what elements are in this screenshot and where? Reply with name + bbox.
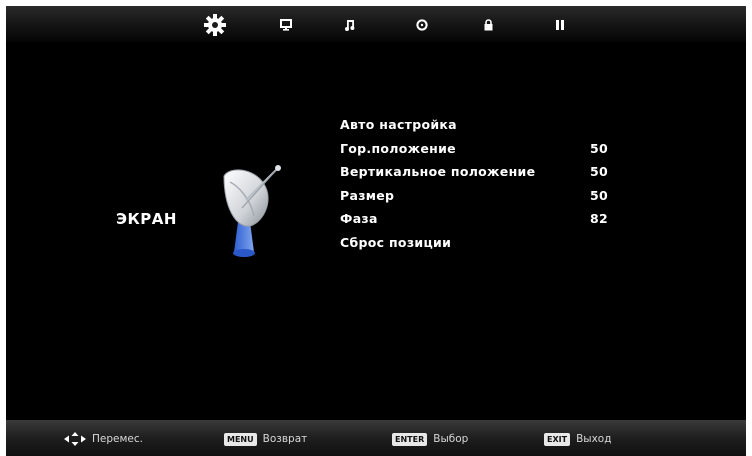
hint-enter-label: Выбор (433, 433, 469, 445)
hint-move-label: Перемес. (92, 433, 143, 445)
menu-item-value: 50 (590, 140, 608, 156)
hint-exit-label: Выход (576, 433, 612, 445)
enter-key[interactable]: ENTER (392, 432, 428, 446)
menu-item-label: Гор.положение (340, 140, 456, 156)
tv-osd-screen: ЭКРАН Авто настройка Гор.положение 50 Ве… (6, 6, 746, 456)
hint-menu: MENU Возврат (224, 431, 307, 447)
main-content: ЭКРАН Авто настройка Гор.положение 50 Ве… (6, 42, 746, 424)
exit-key[interactable]: EXIT (544, 432, 571, 446)
menu-key[interactable]: MENU (224, 432, 257, 446)
top-tab-bar (6, 6, 746, 42)
satellite-dish-icon (223, 165, 281, 257)
hint-exit: EXIT Выход (544, 431, 611, 447)
menu-item-h-position[interactable]: Гор.положение 50 (340, 138, 620, 162)
pause-icon (556, 20, 564, 30)
settings-menu: Авто настройка Гор.положение 50 Вертикал… (340, 114, 620, 255)
menu-item-size[interactable]: Размер 50 (340, 185, 620, 209)
tab-monitor[interactable] (274, 14, 298, 36)
menu-item-auto-adjust[interactable]: Авто настройка (340, 114, 620, 138)
music-note-icon (345, 20, 355, 31)
tab-pause[interactable] (548, 14, 572, 36)
monitor-icon (280, 19, 292, 31)
menu-item-label: Авто настройка (340, 117, 457, 132)
menu-item-label: Размер (340, 187, 395, 203)
bottom-hint-bar: Перемес. MENU Возврат ENTER Выбор EXIT В… (6, 420, 746, 456)
section-title: ЭКРАН (116, 210, 177, 228)
tab-lock[interactable] (476, 14, 500, 36)
menu-item-reset-position[interactable]: Сброс позиции (340, 232, 620, 256)
menu-item-value: 50 (590, 187, 608, 203)
hint-menu-label: Возврат (262, 433, 308, 445)
hint-enter: ENTER Выбор (392, 431, 468, 447)
gear-icon (204, 14, 226, 36)
arrows-icon (64, 432, 86, 446)
clock-icon (416, 19, 428, 31)
menu-item-label: Вертикальное положение (340, 164, 536, 179)
tab-sound[interactable] (338, 14, 362, 36)
menu-item-phase[interactable]: Фаза 82 (340, 208, 620, 232)
tab-time[interactable] (410, 14, 434, 36)
menu-item-v-position[interactable]: Вертикальное положение 50 (340, 161, 620, 185)
menu-item-label: Сброс позиции (340, 234, 452, 250)
hint-move: Перемес. (64, 431, 143, 447)
menu-item-label: Фаза (340, 211, 378, 226)
lock-icon (484, 19, 492, 31)
menu-item-value: 50 (590, 164, 608, 179)
menu-item-value: 82 (590, 211, 608, 226)
tab-picture[interactable] (203, 14, 227, 36)
